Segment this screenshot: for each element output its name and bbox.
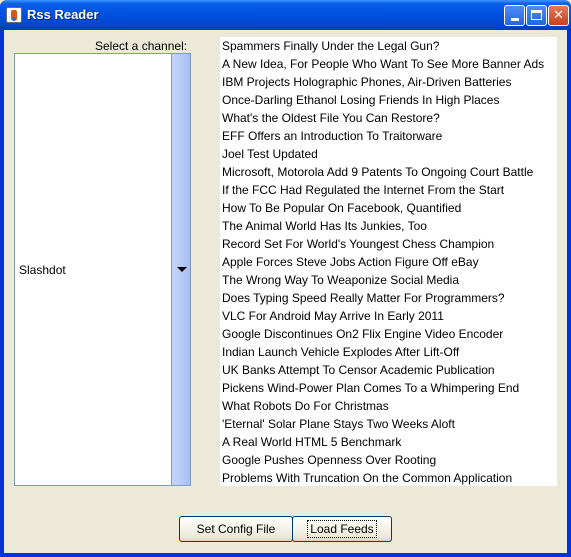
content-pane: Select a channel: Slashdot Spammers Fina… — [4, 30, 567, 553]
application-window: Rss Reader ✕ Select a channel: Slashdot … — [0, 0, 571, 557]
feed-list-item[interactable]: VLC For Android May Arrive In Early 2011 — [220, 307, 557, 325]
maximize-icon — [531, 10, 542, 20]
feed-list-item[interactable]: Pickens Wind-Power Plan Comes To a Whimp… — [220, 379, 557, 397]
rss-app-icon[interactable] — [6, 7, 22, 23]
feed-list-item[interactable]: The Wrong Way To Weaponize Social Media — [220, 271, 557, 289]
channel-selected-value: Slashdot — [19, 263, 66, 277]
feed-list[interactable]: Spammers Finally Under the Legal Gun? A N… — [220, 37, 557, 486]
window-title: Rss Reader — [27, 7, 99, 22]
close-button[interactable]: ✕ — [548, 5, 569, 26]
feed-list-item[interactable]: How To Be Popular On Facebook, Quantifie… — [220, 199, 557, 217]
feed-list-item[interactable]: Does Typing Speed Really Matter For Prog… — [220, 289, 557, 307]
load-feeds-button[interactable]: Load Feeds — [292, 516, 392, 542]
feed-list-item[interactable]: 'Eternal' Solar Plane Stays Two Weeks Al… — [220, 415, 557, 433]
maximize-button[interactable] — [526, 5, 547, 26]
feed-list-item[interactable]: Spammers Finally Under the Legal Gun? — [220, 37, 557, 55]
minimize-icon — [510, 18, 519, 21]
feed-list-item[interactable]: A New Idea, For People Who Want To See M… — [220, 55, 557, 73]
channel-dropdown-button[interactable] — [171, 53, 191, 486]
title-bar[interactable]: Rss Reader ✕ — [0, 0, 571, 30]
channel-select[interactable]: Slashdot — [14, 53, 191, 486]
feed-list-item[interactable]: Google Discontinues On2 Flix Engine Vide… — [220, 325, 557, 343]
feed-list-item[interactable]: If the FCC Had Regulated the Internet Fr… — [220, 181, 557, 199]
feed-list-item[interactable]: What Robots Do For Christmas — [220, 397, 557, 415]
feed-list-item[interactable]: Apple Forces Steve Jobs Action Figure Of… — [220, 253, 557, 271]
feed-list-item[interactable]: Once-Darling Ethanol Losing Friends In H… — [220, 91, 557, 109]
feed-list-item[interactable]: Joel Test Updated — [220, 145, 557, 163]
feed-list-item[interactable]: The Animal World Has Its Junkies, Too — [220, 217, 557, 235]
feed-list-item[interactable]: A Real World HTML 5 Benchmark — [220, 433, 557, 451]
feed-list-item[interactable]: EFF Offers an Introduction To Traitorwar… — [220, 127, 557, 145]
feed-list-item[interactable]: What's the Oldest File You Can Restore? — [220, 109, 557, 127]
feed-list-item[interactable]: IBM Projects Holographic Phones, Air-Dri… — [220, 73, 557, 91]
feed-list-item[interactable]: Indian Launch Vehicle Explodes After Lif… — [220, 343, 557, 361]
feed-list-item[interactable]: Record Set For World's Youngest Chess Ch… — [220, 235, 557, 253]
set-config-file-button[interactable]: Set Config File — [179, 516, 293, 542]
load-feeds-label: Load Feeds — [307, 520, 377, 538]
feed-list-item[interactable]: Google Pushes Openness Over Rooting — [220, 451, 557, 469]
minimize-button[interactable] — [504, 5, 525, 26]
close-icon: ✕ — [553, 8, 564, 23]
channel-label: Select a channel: — [95, 39, 188, 53]
chevron-down-icon — [177, 267, 187, 272]
feed-list-item[interactable]: Microsoft, Motorola Add 9 Patents To Ong… — [220, 163, 557, 181]
feed-list-item[interactable]: UK Banks Attempt To Censor Academic Publ… — [220, 361, 557, 379]
feed-list-item[interactable]: Problems With Truncation On the Common A… — [220, 469, 557, 486]
